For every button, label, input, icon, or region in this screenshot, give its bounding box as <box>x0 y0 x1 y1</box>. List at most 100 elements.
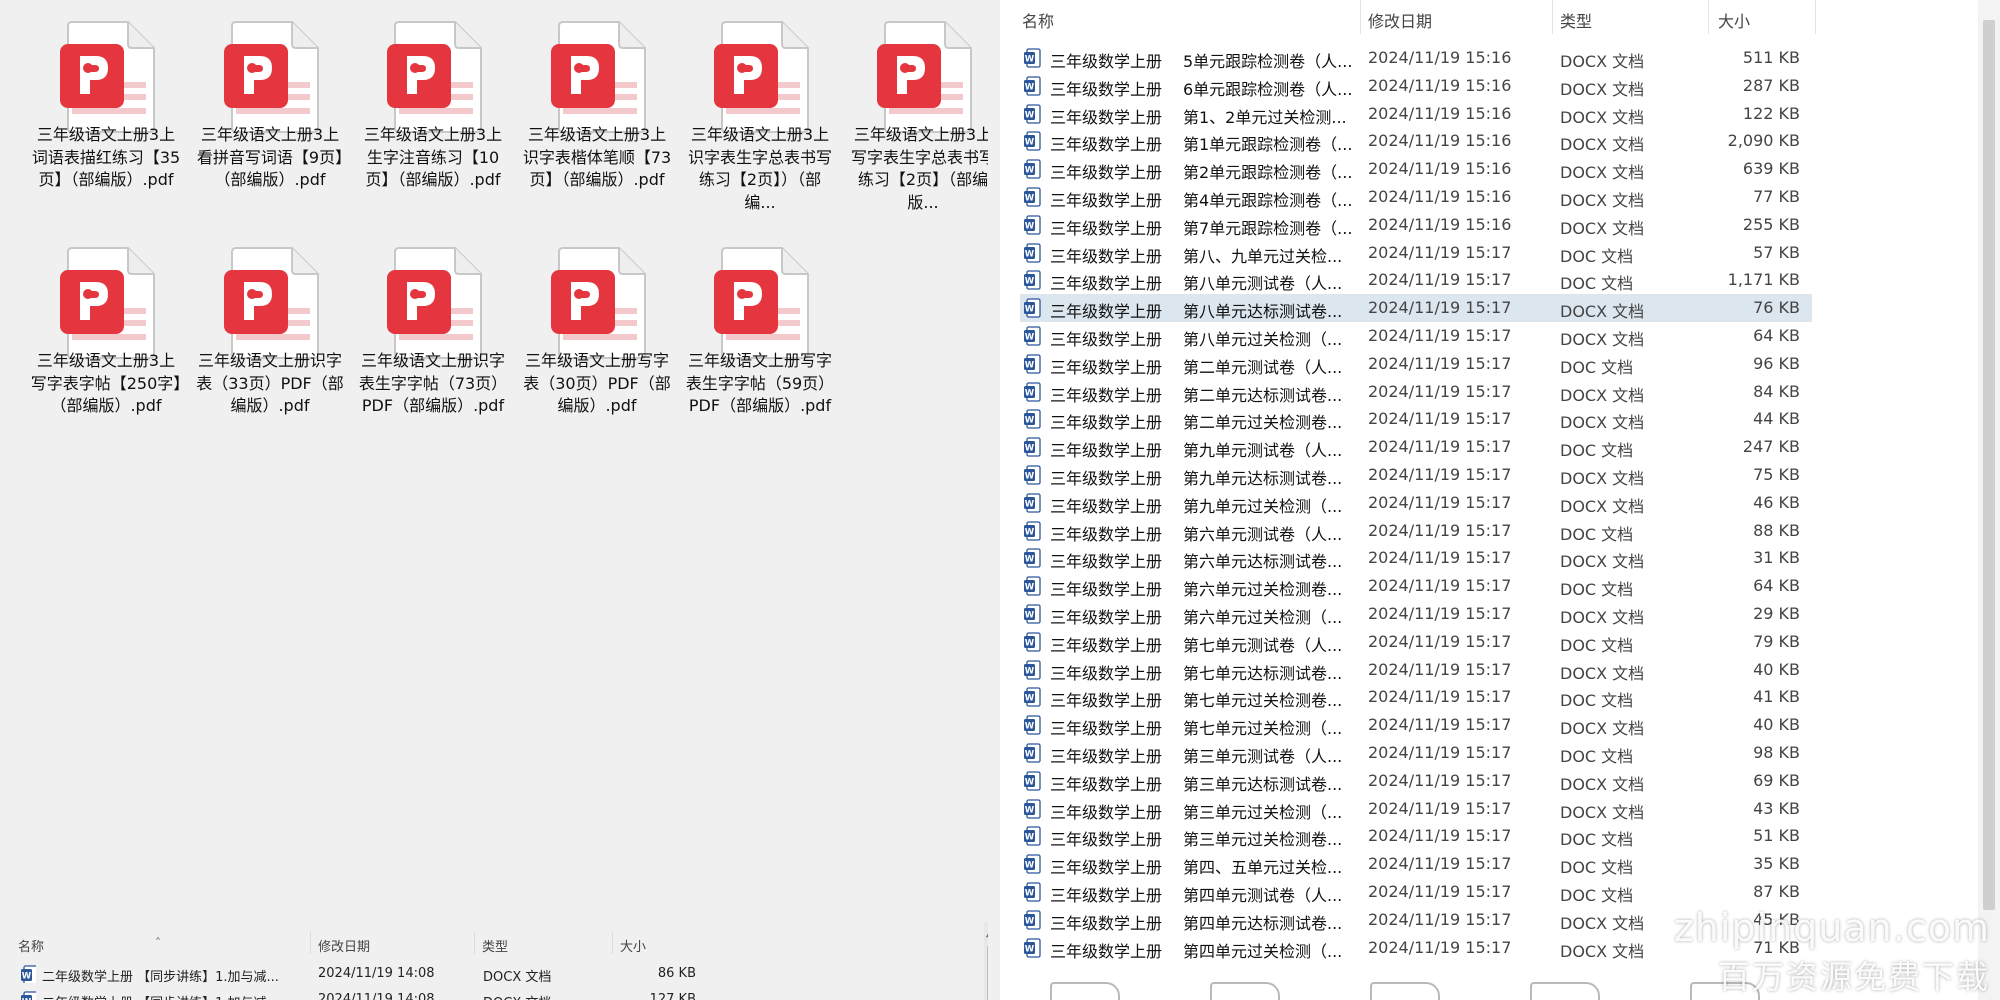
column-name-header[interactable]: 名称 <box>1022 8 1054 32</box>
table-row[interactable]: W 三年级数学上册 第八、九单元过关检... 2024/11/19 15:17 … <box>1020 239 1812 267</box>
table-row[interactable]: W 三年级数学上册 第九单元过关检测（... 2024/11/19 15:17 … <box>1020 489 1812 517</box>
table-row[interactable]: W 三年级数学上册 第三单元测试卷（人... 2024/11/19 15:17 … <box>1020 739 1812 767</box>
table-row[interactable]: W 三年级数学上册 第7单元跟踪检测卷（... 2024/11/19 15:16… <box>1020 211 1812 239</box>
modified-date: 2024/11/19 15:17 <box>1368 492 1512 512</box>
word-doc-icon: W <box>1023 937 1041 958</box>
pdf-file-icon <box>712 246 812 360</box>
pdf-file-icon <box>385 20 485 134</box>
table-row[interactable]: W 三年级数学上册 第八单元测试卷（人... 2024/11/19 15:17 … <box>1020 266 1812 294</box>
table-row[interactable]: W 三年级数学上册 第2单元跟踪检测卷（... 2024/11/19 15:16… <box>1020 155 1812 183</box>
list-item[interactable]: W 二年级数学上册 【同步讲练】1.加与减... 2024/11/19 14:0… <box>0 988 980 1000</box>
file-icon[interactable] <box>1210 982 1280 1000</box>
pdf-file-tile[interactable]: 三年级语文上册写字表生字字帖（59页）PDF（部编版）.pdf <box>678 230 842 450</box>
table-row[interactable]: W 三年级数学上册 第九单元测试卷（人... 2024/11/19 15:17 … <box>1020 433 1812 461</box>
file-icon[interactable] <box>1690 982 1760 1000</box>
scroll-thumb[interactable] <box>987 946 988 1000</box>
column-name-header[interactable]: 名称 <box>18 936 44 955</box>
file-name-label: 三年级语文上册3上写字表生字总表书写练习【2页】（部编版... <box>850 125 988 212</box>
file-size: 88 KB <box>1753 520 1800 540</box>
table-row[interactable]: W 三年级数学上册 第八单元过关检测（... 2024/11/19 15:17 … <box>1020 322 1812 350</box>
pdf-file-tile[interactable]: 三年级语文上册3上识字表楷体笔顺【73页】（部编版）.pdf <box>515 4 679 224</box>
pdf-file-tile[interactable]: 三年级语文上册写字表（30页）PDF（部编版）.pdf <box>515 230 679 450</box>
file-icon[interactable] <box>1370 982 1440 1000</box>
word-doc-icon: W <box>1023 76 1041 96</box>
pdf-file-tile[interactable]: 三年级语文上册3上识字表生字总表书写练习【2页】）（部编... <box>678 4 842 224</box>
file-name-prefix: 三年级数学上册 <box>1050 608 1163 627</box>
file-size: 639 KB <box>1742 159 1800 179</box>
table-row[interactable]: W 三年级数学上册 第六单元过关检测卷... 2024/11/19 15:17 … <box>1020 572 1812 600</box>
table-row[interactable]: W 三年级数学上册 第七单元达标测试卷... 2024/11/19 15:17 … <box>1020 656 1812 684</box>
column-type-header[interactable]: 类型 <box>482 936 508 955</box>
file-size: 76 KB <box>1753 298 1800 318</box>
file-name-prefix: 三年级数学上册 <box>1050 135 1163 155</box>
table-row[interactable]: W 三年级数学上册 第四单元过关检测（... 2024/11/19 15:17 … <box>1020 934 1812 962</box>
file-name-prefix: 三年级数学上册 <box>1050 830 1163 850</box>
table-row[interactable]: W 三年级数学上册 第4单元跟踪检测卷（... 2024/11/19 15:16… <box>1020 183 1812 211</box>
pdf-file-tile[interactable]: 三年级语文上册识字表生字字帖（73页）PDF（部编版）.pdf <box>351 230 515 450</box>
list-item[interactable]: W 二年级数学上册 【同步讲练】1.加与减... 2024/11/19 14:0… <box>0 962 980 988</box>
svg-text:W: W <box>1025 833 1035 843</box>
file-icon[interactable] <box>1050 982 1120 1000</box>
table-row[interactable]: W 三年级数学上册 第1单元跟踪检测卷（... 2024/11/19 15:16… <box>1020 127 1812 155</box>
table-row[interactable]: W 三年级数学上册 第二单元测试卷（人... 2024/11/19 15:17 … <box>1020 350 1812 378</box>
file-icon[interactable] <box>1530 982 1600 1000</box>
column-size-header[interactable]: 大小 <box>620 936 646 955</box>
file-name-suffix: 第四单元过关检测（... <box>1183 941 1343 961</box>
pdf-file-icon <box>385 246 485 360</box>
pdf-file-tile[interactable]: 三年级语文上册3上写字表字帖【250字】（部编版）.pdf <box>24 230 188 450</box>
table-row[interactable]: W 三年级数学上册 第四单元测试卷（人... 2024/11/19 15:17 … <box>1020 878 1812 906</box>
file-size: 41 KB <box>1753 687 1800 707</box>
modified-date: 2024/11/19 15:16 <box>1368 48 1512 67</box>
modified-date: 2024/11/19 15:17 <box>1368 826 1512 846</box>
table-row[interactable]: W 三年级数学上册 第1、2单元过关检测... 2024/11/19 15:16… <box>1020 100 1812 128</box>
right-scrollbar[interactable] <box>1978 0 2000 1000</box>
file-size: 2,090 KB <box>1727 131 1800 151</box>
table-row[interactable]: W 三年级数学上册 第四、五单元过关检... 2024/11/19 15:17 … <box>1020 850 1812 878</box>
scroll-up-icon[interactable]: ▲ <box>986 928 988 939</box>
table-row[interactable]: W 三年级数学上册 第六单元测试卷（人... 2024/11/19 15:17 … <box>1020 517 1812 545</box>
file-name-prefix: 三年级数学上册 <box>1050 524 1163 544</box>
modified-date: 2024/11/19 15:17 <box>1368 687 1512 707</box>
left-scrollbar[interactable]: ▲ <box>984 922 988 1000</box>
pdf-file-tile[interactable]: 三年级语文上册3上生字注音练习【10页】（部编版）.pdf <box>351 4 515 224</box>
file-type: DOC 文档 <box>1560 886 1634 905</box>
table-row[interactable]: W 三年级数学上册 第二单元达标测试卷... 2024/11/19 15:17 … <box>1020 378 1812 406</box>
table-row[interactable]: W 三年级数学上册 第三单元达标测试卷... 2024/11/19 15:17 … <box>1020 767 1812 795</box>
scroll-thumb[interactable] <box>1983 20 1995 910</box>
table-row[interactable]: W 三年级数学上册 第八单元达标测试卷... 2024/11/19 15:17 … <box>1020 294 1812 322</box>
table-row[interactable]: W 三年级数学上册 第七单元过关检测卷... 2024/11/19 15:17 … <box>1020 683 1812 711</box>
file-name-suffix: 第四单元达标测试卷... <box>1183 913 1343 933</box>
pdf-file-tile[interactable]: 三年级语文上册识字表（33页）PDF（部编版）.pdf <box>188 230 352 450</box>
pdf-file-tile[interactable]: 三年级语文上册3上词语表描红练习【35页】（部编版）.pdf <box>24 4 188 224</box>
file-name-label: 三年级语文上册3上写字表字帖【250字】（部编版）.pdf <box>30 351 182 415</box>
word-doc-icon: W <box>1023 270 1041 291</box>
table-row[interactable]: W 三年级数学上册 第七单元测试卷（人... 2024/11/19 15:17 … <box>1020 628 1812 656</box>
svg-text:W: W <box>1025 194 1035 204</box>
file-name-prefix: 三年级数学上册 <box>1050 79 1163 99</box>
column-date-header[interactable]: 修改日期 <box>1368 8 1432 32</box>
table-row[interactable]: W 三年级数学上册 第六单元过关检测（... 2024/11/19 15:17 … <box>1020 600 1812 628</box>
table-row[interactable]: W 三年级数学上册 第九单元达标测试卷... 2024/11/19 15:17 … <box>1020 461 1812 489</box>
file-name-prefix: 三年级数学上册 <box>1050 52 1163 71</box>
file-name-prefix: 三年级数学上册 <box>1050 802 1163 822</box>
column-type-header[interactable]: 类型 <box>1560 8 1592 32</box>
svg-text:W: W <box>1025 861 1035 871</box>
word-doc-icon: W <box>1023 159 1041 179</box>
table-row[interactable]: W 三年级数学上册 第七单元过关检测（... 2024/11/19 15:17 … <box>1020 711 1812 739</box>
column-size-header[interactable]: 大小 <box>1718 8 1750 32</box>
column-date-header[interactable]: 修改日期 <box>318 936 370 955</box>
modified-date: 2024/11/19 15:17 <box>1368 381 1512 401</box>
table-row[interactable]: W 三年级数学上册 第六单元达标测试卷... 2024/11/19 15:17 … <box>1020 544 1812 572</box>
pdf-file-tile[interactable]: 三年级语文上册3上看拼音写词语【9页】（部编版）.pdf <box>188 4 352 224</box>
table-row[interactable]: W 三年级数学上册 6单元跟踪检测卷（人... 2024/11/19 15:16… <box>1020 72 1812 100</box>
file-name-prefix: 三年级数学上册 <box>1050 385 1163 405</box>
table-row[interactable]: W 三年级数学上册 第三单元过关检测（... 2024/11/19 15:17 … <box>1020 795 1812 823</box>
modified-date: 2024/11/19 15:17 <box>1368 242 1512 262</box>
table-row[interactable]: W 三年级数学上册 5单元跟踪检测卷（人... 2024/11/19 15:16… <box>1020 44 1812 72</box>
pdf-file-tile[interactable]: 三年级语文上册3上写字表生字总表书写练习【2页】（部编版... <box>841 4 988 224</box>
file-size: 57 KB <box>1753 242 1800 262</box>
table-row[interactable]: W 三年级数学上册 第三单元过关检测卷... 2024/11/19 15:17 … <box>1020 822 1812 850</box>
svg-text:W: W <box>1025 472 1035 482</box>
table-row[interactable]: W 三年级数学上册 第二单元过关检测卷... 2024/11/19 15:17 … <box>1020 405 1812 433</box>
table-row[interactable]: W 三年级数学上册 第四单元达标测试卷... 2024/11/19 15:17 … <box>1020 906 1812 934</box>
